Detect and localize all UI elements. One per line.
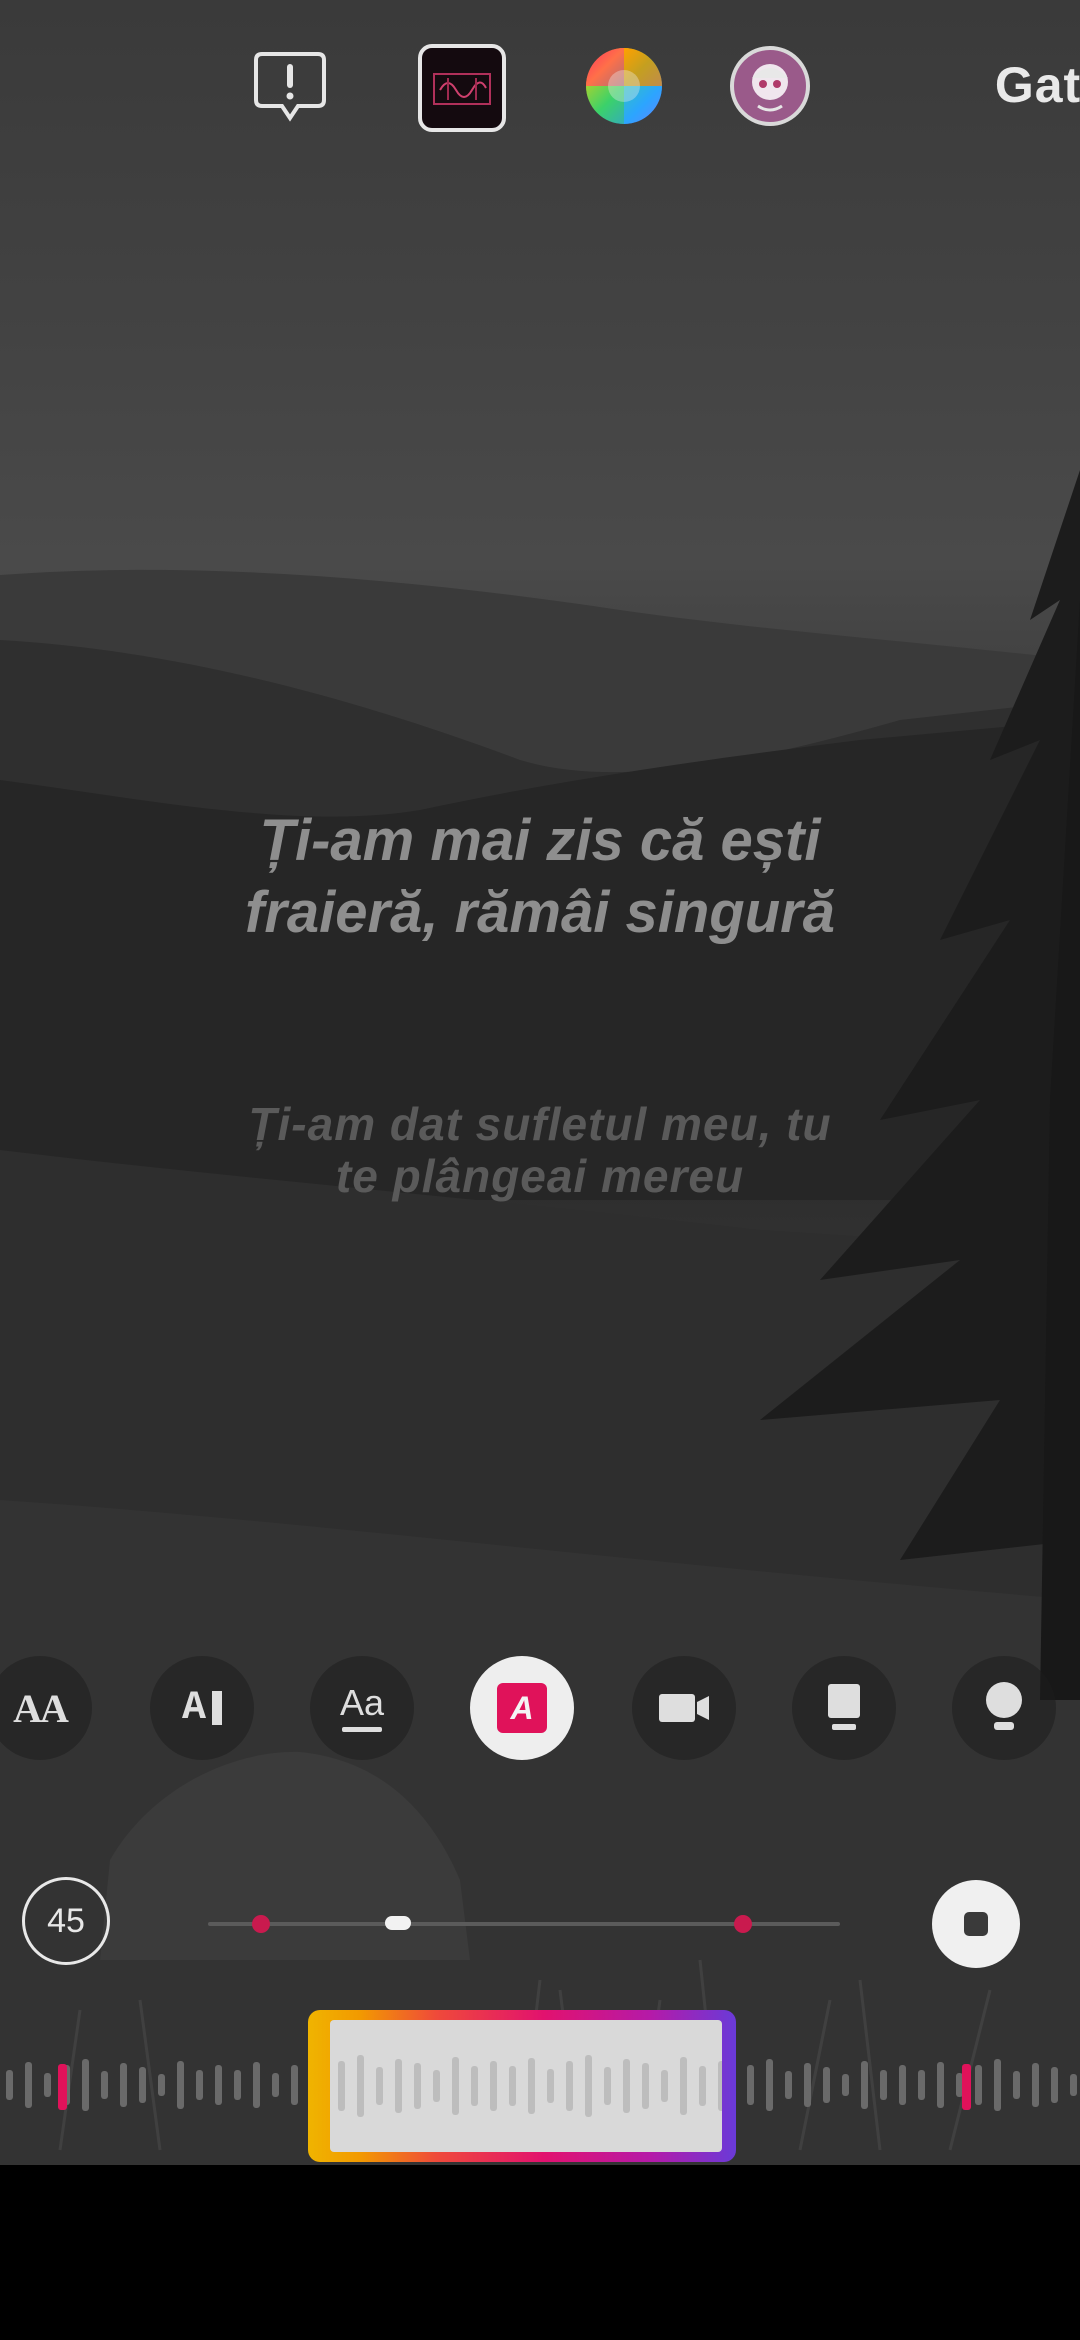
selected-waveform-bar [547,2069,554,2103]
selected-waveform-bar [433,2070,440,2102]
waveform-bar [139,2067,146,2103]
selected-waveform-bar [604,2067,611,2105]
duration-selector[interactable]: 45 [22,1877,110,1965]
stop-button[interactable] [932,1880,1020,1968]
waveform-bar [842,2074,849,2096]
selected-waveform-bar [661,2070,668,2102]
selected-waveform-bar [623,2059,630,2113]
lyric-marker [734,1915,752,1933]
underline-style-button[interactable]: Aa [310,1656,414,1760]
selected-waveform-bar [642,2063,649,2109]
waveform-bar [747,2065,754,2105]
current-lyric-line-1: Ți-am mai zis că ești [259,808,821,873]
waveform-bar [101,2071,108,2099]
waveform-bar [918,2070,925,2100]
video-clip-icon [659,1694,709,1722]
duration-value: 45 [47,1901,85,1940]
current-lyric-line-2: fraieră, rămâi singură [245,880,835,945]
waveform-bar [1070,2074,1077,2096]
selected-waveform-bar [338,2061,345,2111]
waveform-bar [253,2062,260,2108]
waveform-bar [82,2059,89,2111]
waveform-bar [291,2065,298,2105]
cursor-bar-icon [212,1691,222,1725]
selected-waveform-bar [566,2061,573,2111]
typewriter-style-label: A [181,1685,206,1731]
selected-waveform-bar [680,2057,687,2115]
waveform-bar [899,2065,906,2105]
scrubber-handle[interactable] [384,1916,411,1930]
stop-icon [964,1912,988,1936]
waveform-bar [25,2062,32,2108]
typewriter-style-button[interactable]: A [150,1656,254,1760]
waveform-bar [937,2062,944,2108]
waveform-bar [1013,2071,1020,2099]
card-style-button[interactable] [792,1656,896,1760]
selected-waveform-bar [452,2057,459,2115]
underline-bar-icon [341,1726,382,1732]
selected-waveform-bar [699,2066,706,2106]
next-lyric[interactable]: Ți-am dat sufletul meu, tu te plângeai m… [0,1098,1080,1202]
bulb-style-button[interactable] [952,1656,1056,1760]
waveform-bar [44,2073,51,2097]
selected-waveform-bar [585,2055,592,2117]
video-clip-style-button[interactable] [632,1656,736,1760]
highlight-style-button[interactable]: A [470,1656,574,1760]
bulb-icon [986,1682,1022,1730]
waveform-bar [994,2059,1001,2111]
waveform-bar [196,2070,203,2100]
waveform-bar [120,2063,127,2107]
waveform-bar [1051,2067,1058,2103]
waveform-bar [158,2074,165,2096]
font-size-style-label: AA [13,1685,69,1731]
card-icon [828,1684,860,1730]
font-size-style-button[interactable]: AA [0,1656,92,1760]
lyric-marker [252,1915,270,1933]
highlight-style-label: A [497,1683,547,1733]
background-photo [0,0,1080,2165]
waveform-bar [975,2065,982,2105]
clip-selection-window[interactable] [308,2010,736,2162]
selected-waveform-bar [718,2061,725,2111]
waveform-bar [6,2070,13,2100]
waveform-bar [234,2070,241,2100]
current-lyric[interactable]: Ți-am mai zis că ești fraieră, rămâi sin… [0,805,1080,949]
waveform-bar [785,2071,792,2099]
waveform-bar [956,2073,963,2097]
selected-waveform-bar [528,2058,535,2114]
selected-waveform-bar [490,2061,497,2111]
selected-waveform-bar [376,2067,383,2105]
selected-waveform-bar [509,2066,516,2106]
waveform-bar [215,2065,222,2105]
waveform-bar [880,2070,887,2100]
lyrics-sticker-thumbnail[interactable] [418,44,506,132]
selected-waveform-bar [414,2063,421,2109]
waveform-bar [823,2067,830,2103]
lyric-position-marker [962,2064,971,2110]
selected-waveform-bar [395,2059,402,2113]
next-lyric-line-1: Ți-am dat sufletul meu, tu [248,1098,832,1150]
bottom-bar [0,2165,1080,2340]
face-effect-icon[interactable] [728,44,812,128]
selected-waveform [338,2055,725,2117]
waveform-bar [804,2063,811,2107]
alert-bubble-icon[interactable] [248,44,332,128]
underline-style-label: Aa [339,1681,385,1723]
waveform-bar [861,2061,868,2109]
clip-selection-inner [330,2020,725,2152]
waveform-bar [766,2059,773,2111]
selected-waveform-bar [357,2055,364,2117]
selected-waveform-bar [471,2066,478,2106]
waveform-bar [1032,2063,1039,2107]
story-editor: Gata Ți-am mai zis că ești fraieră, rămâ… [0,0,1080,2340]
done-button[interactable]: Gata [995,56,1080,114]
lyric-style-toolbar: AA A Aa A [0,1656,1080,1760]
lyric-position-marker [58,2064,67,2110]
next-lyric-line-2: te plângeai mereu [335,1150,745,1202]
color-wheel-icon[interactable] [582,44,666,128]
waveform-bar [177,2061,184,2109]
waveform-bar [272,2073,279,2097]
